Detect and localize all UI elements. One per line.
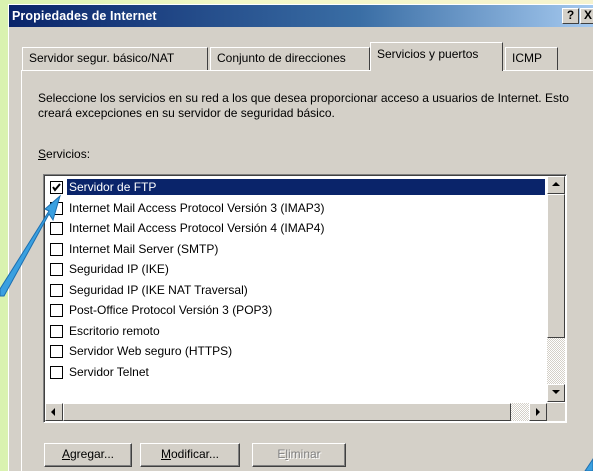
service-label: Seguridad IP (IKE) [69,262,169,276]
service-checkbox[interactable] [50,242,63,256]
service-row[interactable]: Post-Office Protocol Versión 3 (POP3) [48,302,548,320]
tab-label: Servicios y puertos [377,47,479,61]
service-row[interactable]: Internet Mail Access Protocol Versión 4 … [48,220,548,238]
accelerator-char: S [38,147,47,161]
button-label: iminar [288,447,321,461]
delete-button[interactable]: Eliminar [252,443,346,467]
service-label: Servidor de FTP [67,179,545,195]
close-button[interactable]: X [580,8,593,24]
arrow-up-icon [552,182,560,186]
service-label: Post-Office Protocol Versión 3 (POP3) [69,303,273,317]
title-bar[interactable]: Propiedades de Internet ? X [9,5,593,27]
service-row[interactable]: Seguridad IP (IKE) [48,261,548,279]
help-button[interactable]: ? [562,8,579,24]
tab-label: ICMP [512,51,542,65]
tab-icmp[interactable]: ICMP [505,47,558,70]
service-row[interactable]: Escritorio remoto [48,323,548,341]
service-row[interactable]: Servidor Web seguro (HTTPS) [48,343,548,361]
tab-services-ports[interactable]: Servicios y puertos [370,42,503,71]
service-label: Internet Mail Access Protocol Versión 3 … [69,200,325,215]
scroll-right-button[interactable] [529,403,547,421]
window-title: Propiedades de Internet [12,9,157,23]
button-label: odificar... [170,447,220,461]
scroll-up-button[interactable] [547,176,565,194]
service-label: Internet Mail Server (SMTP) [69,241,219,256]
service-row[interactable]: Servidor Telnet [48,364,548,382]
checkmark-icon [52,183,61,192]
services-list[interactable]: Servidor de FTP Internet Mail Access Prot… [43,174,567,423]
tab-label: Servidor segur. básico/NAT [29,51,175,65]
service-label: Escritorio remoto [69,323,160,338]
service-label: Internet Mail Access Protocol Versión 4 … [69,221,325,235]
service-checkbox[interactable] [50,181,63,194]
horizontal-scrollbar[interactable] [45,403,547,421]
service-row[interactable]: Internet Mail Access Protocol Versión 3 … [48,200,548,218]
vertical-scrollbar[interactable] [547,176,565,402]
arrow-left-icon [51,408,55,416]
arrow-right-icon [536,408,540,416]
service-row[interactable]: Servidor de FTP [48,179,548,197]
button-label: gregar... [69,447,115,461]
hscroll-thumb[interactable] [63,403,511,421]
scroll-thumb[interactable] [547,194,565,338]
service-checkbox[interactable] [50,304,63,317]
service-checkbox[interactable] [50,222,63,235]
service-label: Seguridad IP (IKE NAT Traversal) [69,282,248,297]
service-checkbox[interactable] [50,345,63,358]
panel-description: Seleccione los servicios en su red a los… [38,91,569,120]
services-label-text: ervicios: [46,147,91,161]
service-checkbox[interactable] [50,263,63,276]
scrollbar-corner [547,403,565,421]
services-label: Servicios: [38,147,90,161]
service-label: Servidor Web seguro (HTTPS) [69,344,233,358]
service-row[interactable]: Internet Mail Server (SMTP) [48,241,548,259]
add-button[interactable]: Agregar... [44,443,132,467]
service-checkbox[interactable] [50,324,63,338]
service-checkbox[interactable] [50,365,63,379]
arrow-down-icon [552,390,560,394]
service-checkbox[interactable] [50,283,63,297]
tab-address-pool[interactable]: Conjunto de direcciones [210,47,370,70]
service-label: Servidor Telnet [69,364,149,379]
service-checkbox[interactable] [50,201,63,215]
accelerator-char: A [61,447,70,461]
service-row[interactable]: Seguridad IP (IKE NAT Traversal) [48,282,548,300]
tab-label: Conjunto de direcciones [217,51,346,65]
scroll-down-button[interactable] [547,384,565,402]
scroll-left-button[interactable] [45,403,63,421]
accelerator-char: M [160,447,171,461]
tab-basic-firewall-nat[interactable]: Servidor segur. básico/NAT [22,47,208,70]
modify-button[interactable]: Modificar... [140,443,240,467]
